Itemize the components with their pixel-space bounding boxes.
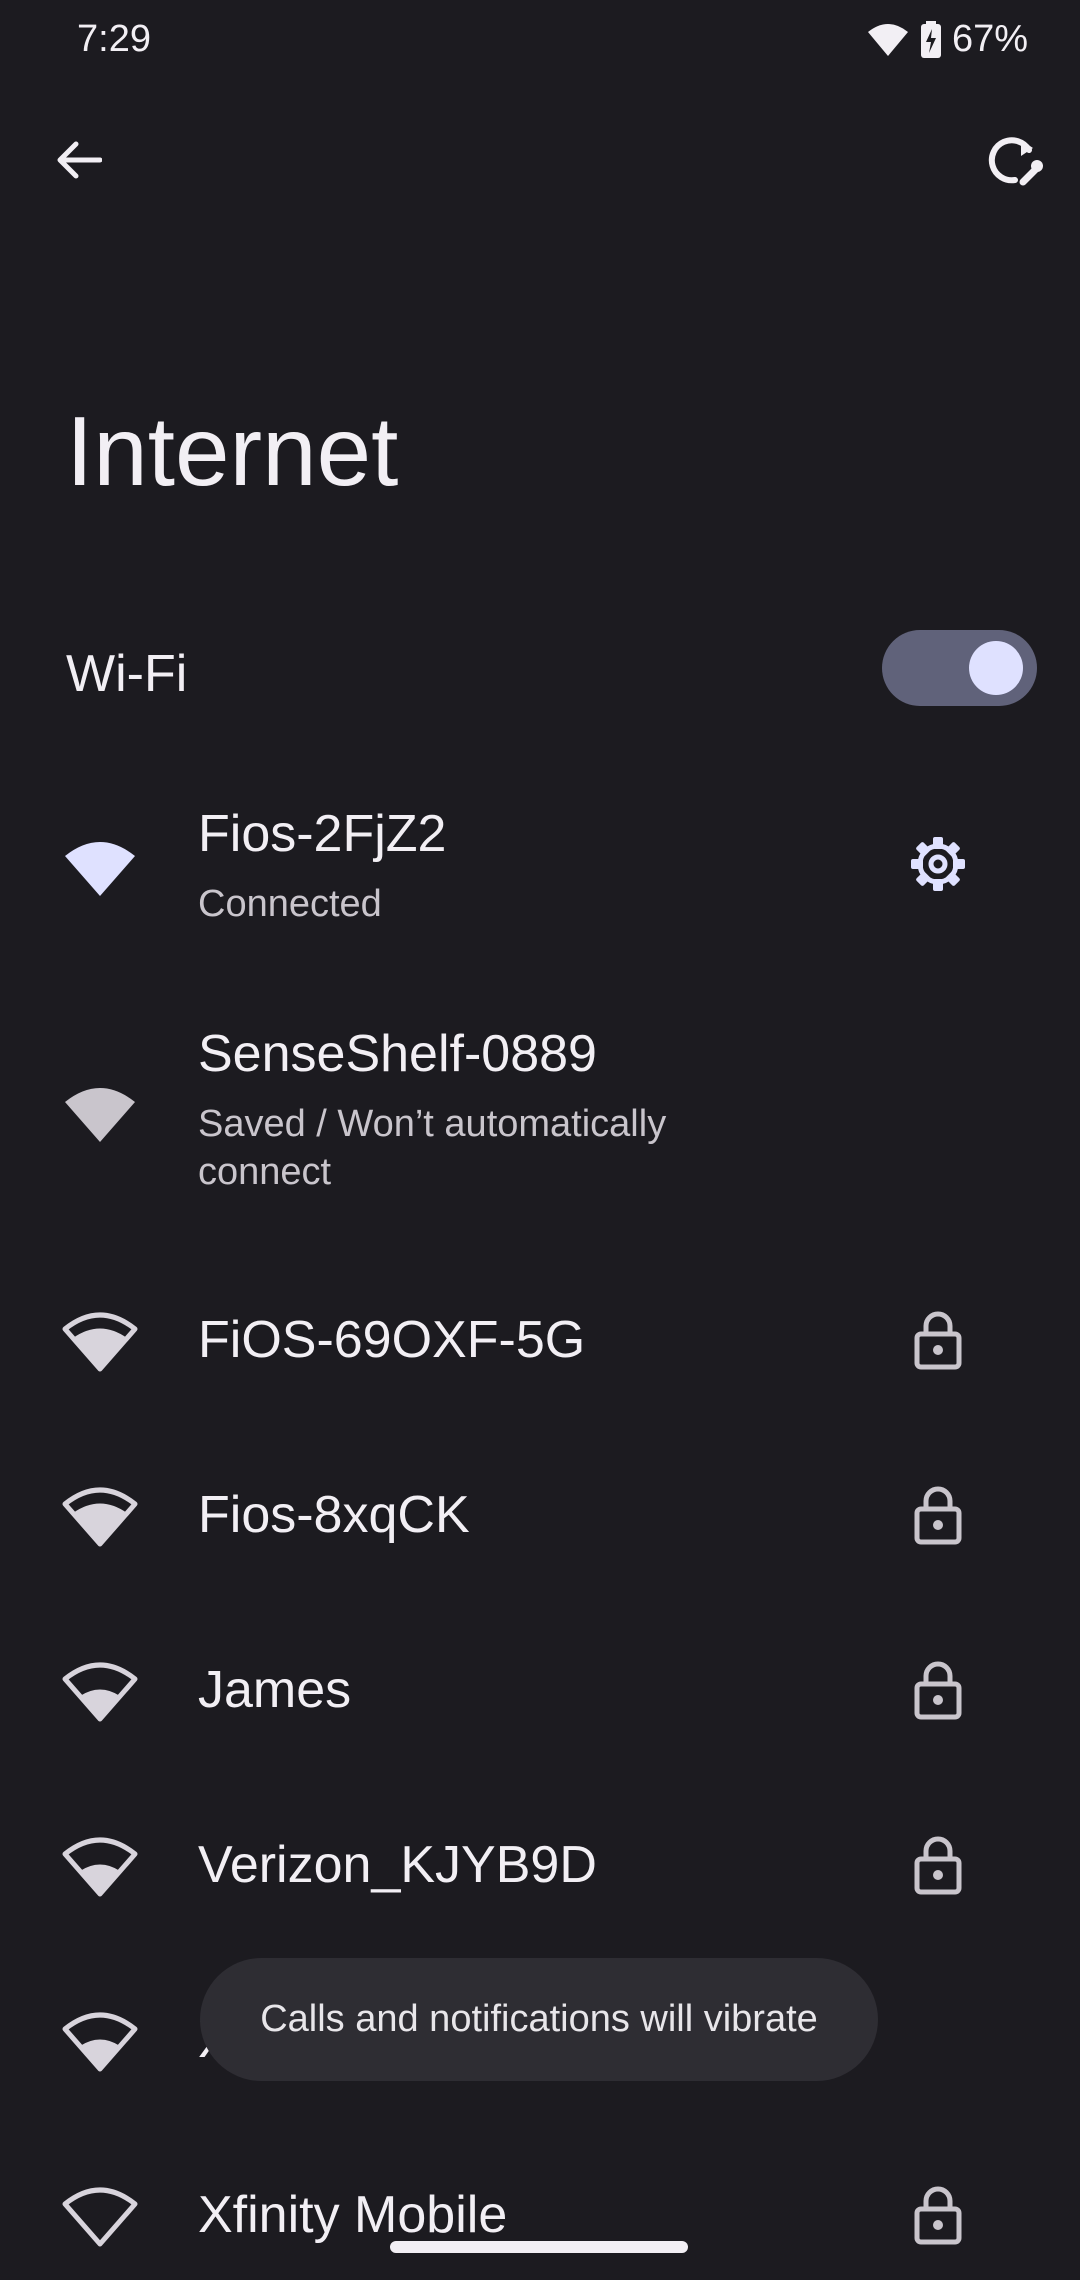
network-name: Verizon_KJYB9D: [198, 1836, 597, 1894]
wifi-toggle-switch[interactable]: [882, 630, 1037, 706]
network-item-verizon-kjyb9d[interactable]: Verizon_KJYB9D: [0, 1805, 1080, 1925]
secured-indicator: [898, 1300, 978, 1380]
status-bar: 7:29 67%: [0, 0, 1080, 84]
wifi-signal-medium-icon: [62, 1662, 138, 1722]
network-status: Connected: [198, 883, 382, 925]
network-name: Fios-2FjZ2: [198, 805, 447, 863]
network-item-fios-69oxf-5g[interactable]: FiOS-69OXF-5G: [0, 1280, 1080, 1400]
network-name: Xfinity Mobile: [198, 2186, 508, 2244]
network-name: James: [198, 1661, 352, 1719]
network-name: SenseShelf-0889: [198, 1025, 597, 1083]
lock-icon: [914, 1311, 962, 1370]
secured-indicator: [898, 1650, 978, 1730]
gesture-nav-handle[interactable]: [390, 2241, 688, 2253]
network-item-james[interactable]: James: [0, 1630, 1080, 1750]
wifi-signal-strong-icon: [62, 1487, 138, 1547]
wifi-label: Wi-Fi: [66, 645, 188, 703]
network-item-xfinity-mobile[interactable]: Xfinity Mobile: [0, 2155, 1080, 2280]
lock-icon: [914, 1836, 962, 1895]
battery-percent: 67%: [951, 18, 1028, 60]
secured-indicator: [898, 2175, 978, 2255]
wifi-signal-weak-icon: [62, 2187, 138, 2247]
lock-icon: [914, 2186, 962, 2245]
network-item-fios-2fjz2[interactable]: Fios-2FjZ2 Connected: [0, 780, 1080, 940]
page-title: Internet: [66, 396, 399, 506]
toast: Calls and notifications will vibrate: [200, 1958, 878, 2081]
network-refresh-icon: [988, 137, 1043, 186]
secured-indicator: [898, 1825, 978, 1905]
toast-text: Calls and notifications will vibrate: [260, 1998, 818, 2040]
arrow-back-icon: [57, 141, 102, 179]
wifi-signal-full-icon: [65, 1088, 135, 1142]
network-name: Fios-8xqCK: [198, 1486, 470, 1544]
wifi-signal-medium-icon: [62, 1837, 138, 1897]
network-reset-button[interactable]: [975, 120, 1055, 200]
network-status: Saved / Won’t automatically connect: [198, 1103, 667, 1193]
secured-indicator: [898, 1475, 978, 1555]
wifi-status-icon: [867, 23, 908, 56]
wifi-signal-medium-icon: [62, 2012, 138, 2072]
wifi-signal-full-icon: [65, 842, 135, 896]
lock-icon: [914, 1661, 962, 1720]
gear-icon: [911, 837, 965, 891]
wifi-signal-strong-icon: [62, 1312, 138, 1372]
network-name: FiOS-69OXF-5G: [198, 1311, 586, 1369]
network-settings-button[interactable]: [898, 824, 978, 904]
toggle-knob: [969, 641, 1023, 695]
network-item-fios-8xqck[interactable]: Fios-8xqCK: [0, 1455, 1080, 1575]
back-button[interactable]: [38, 120, 118, 200]
status-icons: 67%: [866, 18, 1028, 61]
status-time: 7:29: [77, 18, 151, 60]
battery-charging-icon: [920, 20, 941, 58]
wifi-toggle-row[interactable]: Wi-Fi: [0, 620, 1080, 720]
network-item-senseshelf-0889[interactable]: SenseShelf-0889 Saved / Won’t automatica…: [0, 1000, 1080, 1220]
lock-icon: [914, 1486, 962, 1545]
